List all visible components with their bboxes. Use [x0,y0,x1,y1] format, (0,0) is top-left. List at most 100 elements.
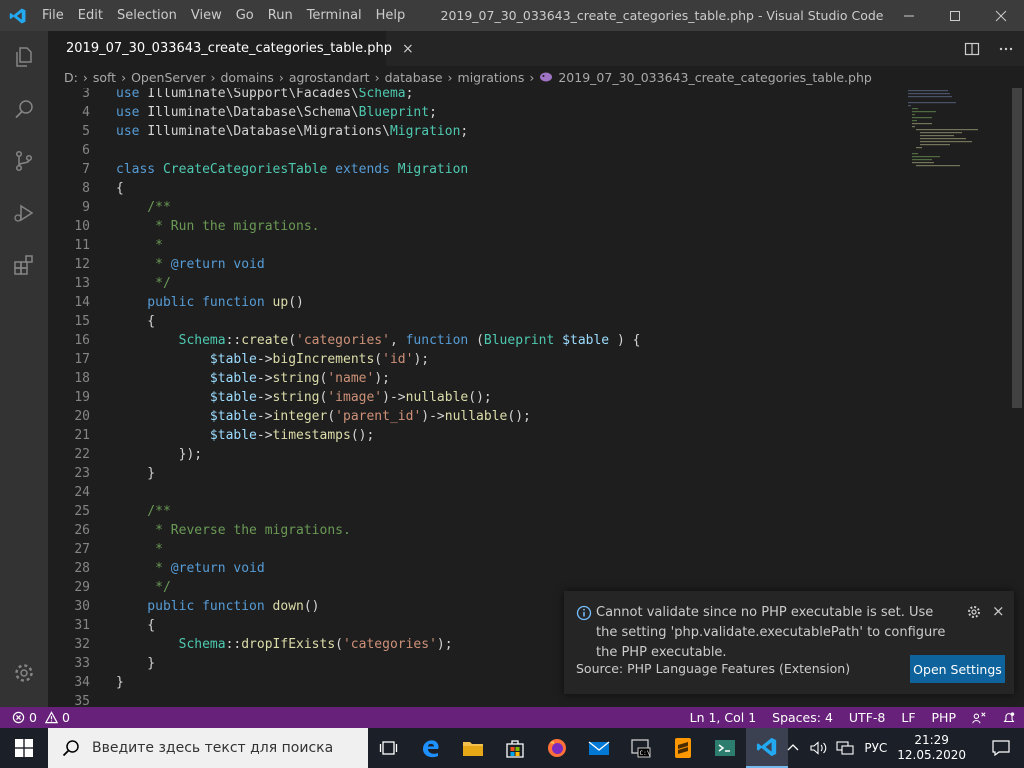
code-line: 6 [48,141,640,160]
line-number: 5 [82,124,90,139]
notification-close-button[interactable]: × [992,602,1005,620]
line-number: 25 [74,504,90,519]
clock[interactable]: 21:29 12.05.2020 [897,733,966,763]
breadcrumb-file[interactable]: 2019_07_30_033643_create_categories_tabl… [558,70,871,85]
source-control-button[interactable] [0,135,48,187]
code-token: * [116,561,171,576]
code-token: 'name' [327,371,375,386]
extensions-icon [14,255,33,275]
encoding[interactable]: UTF-8 [849,710,885,725]
line-number: 11 [74,238,90,253]
code-line: 19 $table->string('image')->nullable(); [48,388,640,407]
title-bar: File Edit Selection View Go Run Terminal… [0,0,1024,31]
code-line: 29 */ [48,578,640,597]
search-button[interactable] [0,83,48,135]
problems-indicator[interactable]: 0 0 [0,710,70,725]
minimize-button[interactable] [886,0,932,31]
mail-button[interactable] [578,728,620,768]
taskbar-search-input[interactable]: Введите здесь текст для поиска [48,728,368,768]
status-items: Ln 1, Col 1 Spaces: 4 UTF-8 LF PHP [690,707,1016,728]
breadcrumb-item[interactable]: OpenServer [131,70,205,85]
code-token: @return [170,561,234,576]
code-token: , [389,333,406,348]
line-source [90,483,116,502]
open-settings-button[interactable]: Open Settings [910,655,1005,683]
gear-icon[interactable] [966,604,982,620]
menu-selection[interactable]: Selection [110,0,184,31]
extensions-button[interactable] [0,239,48,291]
line-number: 15 [74,314,90,329]
line-number: 32 [74,637,90,652]
breadcrumb-item[interactable]: soft [93,70,116,85]
notifications-bell-icon[interactable] [1002,711,1016,725]
line-number: 12 [74,257,90,272]
close-window-button[interactable] [978,0,1024,31]
start-button[interactable] [0,728,48,768]
code-token: function [405,333,477,348]
line-number: 13 [74,276,90,291]
tab-create-categories-table[interactable]: 2019_07_30_033643_create_categories_tabl… [48,31,414,66]
code-line: 5 use Illuminate\Database\Migrations\Migr… [48,122,640,141]
indentation[interactable]: Spaces: 4 [772,710,833,725]
end-of-line[interactable]: LF [901,710,915,725]
code-token: string [272,390,320,405]
line-source: * [90,540,163,559]
code-line: 17 $table->bigIncrements('id'); [48,350,640,369]
line-source: { [90,312,155,331]
code-line: 22 }); [48,445,640,464]
split-editor-icon[interactable] [964,41,980,57]
cursor-position[interactable]: Ln 1, Col 1 [690,710,757,725]
more-actions-icon[interactable] [998,41,1014,57]
language-mode[interactable]: PHP [932,710,956,725]
menu-file[interactable]: File [35,0,71,31]
chevron-up-icon[interactable] [786,741,800,755]
line-source [90,141,116,160]
store-button[interactable] [494,728,536,768]
scrollbar-thumb[interactable] [1012,88,1022,408]
input-language[interactable]: РУС [864,741,887,755]
code-token: * [116,257,171,272]
feedback-icon[interactable] [972,711,986,725]
maximize-button[interactable] [932,0,978,31]
menu-run[interactable]: Run [261,0,300,31]
code-line: 20 $table->integer('parent_id')->nullabl… [48,407,640,426]
breadcrumb-item[interactable]: agrostandart [289,70,370,85]
code-token: use [116,88,148,101]
vscode-taskbar-button[interactable] [746,728,788,768]
terminal-button[interactable] [704,728,746,768]
cmd-button[interactable]: C:\ [620,728,662,768]
sublime-button[interactable] [662,728,704,768]
line-source: use Illuminate\Support\Facades\Schema; [90,88,413,103]
notification-message: Cannot validate since no PHP executable … [596,605,946,660]
volume-icon[interactable] [810,741,828,755]
breadcrumb-item[interactable]: database [385,70,443,85]
line-source: $table->string('image')->nullable(); [90,388,492,407]
code-token: } [116,675,124,690]
maximize-icon [950,10,960,21]
breadcrumb-item[interactable]: domains [220,70,273,85]
breadcrumb-item[interactable]: D: [64,70,78,85]
menu-terminal[interactable]: Terminal [300,0,369,31]
code-token: * Run the migrations. [116,219,320,234]
line-number: 16 [74,333,90,348]
menu-go[interactable]: Go [229,0,261,31]
edge-button[interactable] [410,728,452,768]
tab-close-button[interactable]: × [402,41,414,57]
menu-edit[interactable]: Edit [71,0,110,31]
code-token: $table [562,333,610,348]
manage-button[interactable] [0,647,48,699]
action-center-button[interactable] [978,728,1024,768]
breadcrumb-item[interactable]: migrations [458,70,525,85]
chevron-right-icon: › [529,69,535,85]
code-line: 24 [48,483,640,502]
task-view-button[interactable] [368,728,410,768]
menu-help[interactable]: Help [369,0,413,31]
code-token: use [116,124,148,139]
network-icon[interactable] [836,741,854,755]
run-debug-button[interactable] [0,187,48,239]
explorer-button[interactable] [0,31,48,83]
firefox-button[interactable] [536,728,578,768]
minimap[interactable] [904,88,1004,168]
menu-view[interactable]: View [184,0,229,31]
file-explorer-button[interactable] [452,728,494,768]
